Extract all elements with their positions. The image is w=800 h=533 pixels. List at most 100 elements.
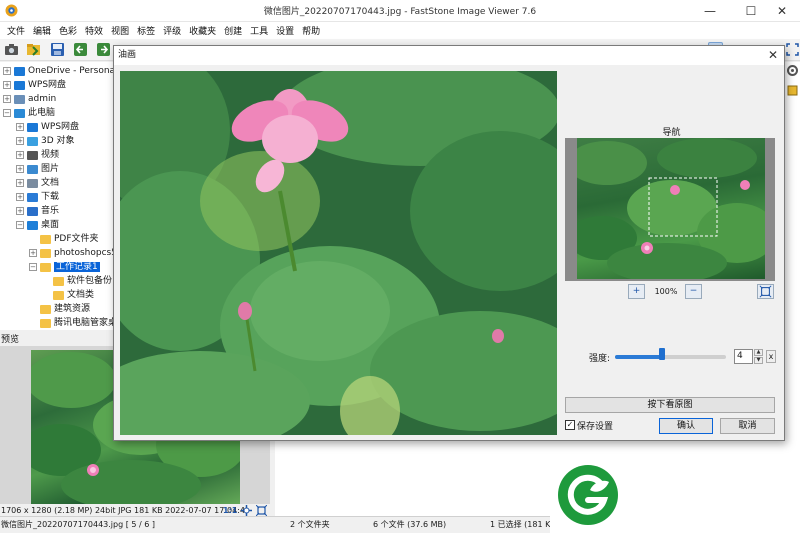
download-icon <box>27 192 38 202</box>
tree-expander[interactable]: − <box>16 221 24 229</box>
tree-item[interactable]: + 视频 <box>16 148 59 162</box>
tree-expander[interactable]: + <box>16 165 24 173</box>
menu-create[interactable]: 创建 <box>220 24 246 37</box>
tree-expander[interactable]: + <box>29 249 37 257</box>
tree-item[interactable]: +3D 对象 <box>16 134 75 148</box>
tree-item-label: 音乐 <box>41 206 60 216</box>
tree-item[interactable]: 软件包备份 <box>42 274 112 288</box>
preview-header: 预览 <box>0 334 114 346</box>
cloud-icon <box>14 80 25 90</box>
tree-expander[interactable]: − <box>3 109 11 117</box>
strength-input[interactable]: 4 <box>734 349 753 364</box>
tree-item[interactable]: − 桌面 <box>16 218 59 232</box>
strength-reset-button[interactable]: x <box>766 350 776 363</box>
tree-item[interactable]: 腾讯电脑管家桌 <box>29 316 113 330</box>
status-selection: 1 已选择 (181 KB <box>490 520 556 529</box>
tree-item[interactable]: PDF文件夹 <box>29 232 99 246</box>
tree-expander[interactable]: + <box>3 81 11 89</box>
cloud-icon <box>14 66 25 76</box>
tree-item[interactable]: + WPS网盘 <box>16 120 79 134</box>
status-folders: 2 个文件夹 <box>290 520 330 529</box>
tree-expander[interactable]: + <box>3 67 11 75</box>
open-folder-icon[interactable] <box>26 42 41 57</box>
forward-icon[interactable] <box>96 42 111 57</box>
zoom-level: 100% <box>654 287 678 296</box>
cube-icon <box>27 136 38 146</box>
tree-expander[interactable]: − <box>29 263 37 271</box>
tree-item-label: PDF文件夹 <box>54 234 99 244</box>
zoom-in-button[interactable]: + <box>628 284 645 299</box>
menu-file[interactable]: 文件 <box>3 24 29 37</box>
strength-spin-up[interactable]: ▲ <box>754 349 763 356</box>
tree-item[interactable]: + photoshopcs5 <box>29 246 114 260</box>
tree-item-label: WPS网盘 <box>41 122 80 132</box>
menu-colors[interactable]: 色彩 <box>55 24 81 37</box>
menu-help[interactable]: 帮助 <box>298 24 324 37</box>
save-icon[interactable] <box>50 42 65 57</box>
tree-item-label: photoshopcs5 <box>54 248 114 258</box>
zoom-out-button[interactable]: − <box>685 284 702 299</box>
settings-icon[interactable] <box>786 64 799 77</box>
tree-item[interactable]: + 音乐 <box>16 204 59 218</box>
tree-item[interactable]: + 下载 <box>16 190 59 204</box>
title-bar: 微信图片_20220707170443.jpg - FastStone Imag… <box>0 0 800 22</box>
minimize-button[interactable]: — <box>692 0 728 22</box>
menu-view[interactable]: 视图 <box>107 24 133 37</box>
tree-item[interactable]: + 图片 <box>16 162 59 176</box>
tree-item[interactable]: − 工作记录1 <box>29 260 100 274</box>
cancel-button[interactable]: 取消 <box>720 418 775 434</box>
menu-rating[interactable]: 评级 <box>159 24 185 37</box>
fullscreen-icon[interactable] <box>785 42 800 57</box>
camera-icon[interactable] <box>4 42 19 57</box>
tree-item-label: 工作记录1 <box>54 262 100 272</box>
tree-item-label: admin <box>28 94 57 104</box>
tree-item-label: 此电脑 <box>28 108 56 118</box>
tree-item[interactable]: − 此电脑 <box>3 106 55 120</box>
strength-spin-down[interactable]: ▼ <box>754 357 763 364</box>
logo-watermark <box>550 457 800 533</box>
tree-expander[interactable]: + <box>16 207 24 215</box>
menu-favorites[interactable]: 收藏夹 <box>185 24 220 37</box>
tree-item-label: 文档类 <box>67 290 95 300</box>
tree-expander[interactable]: + <box>16 151 24 159</box>
tree-item-label: 3D 对象 <box>41 136 75 146</box>
menu-tools[interactable]: 工具 <box>246 24 272 37</box>
tree-expander[interactable]: + <box>16 137 24 145</box>
tree-item[interactable]: + WPS网盘 <box>3 78 66 92</box>
dialog-title: 油画 <box>114 46 784 65</box>
hold-to-view-original-button[interactable]: 按下看原图 <box>565 397 775 413</box>
dialog-close-button[interactable]: ✕ <box>766 46 780 65</box>
oil-painting-dialog: 油画 ✕ 导航 + 100% − 强度: 4 ▲ ▼ x 按下看原图 ✓ 保存设… <box>113 45 785 441</box>
folder-tree: + OneDrive - Personal + WPS网盘 + admin − 此电脑 + WPS… <box>0 62 114 330</box>
list-view-icon[interactable] <box>786 84 799 97</box>
tree-expander[interactable]: + <box>16 193 24 201</box>
menu-effects[interactable]: 特效 <box>81 24 107 37</box>
zoom-fit-icon[interactable] <box>256 505 267 516</box>
effect-preview-image[interactable] <box>120 71 557 435</box>
save-settings-label[interactable]: 保存设置 <box>577 419 613 432</box>
tree-expander[interactable]: + <box>3 95 11 103</box>
menu-bar: 文件 编辑 色彩 特效 视图 标签 评级 收藏夹 创建 工具 设置 帮助 <box>0 22 800 39</box>
strength-slider-thumb[interactable] <box>659 348 665 360</box>
tree-item[interactable]: 建筑资源 <box>29 302 90 316</box>
menu-settings[interactable]: 设置 <box>272 24 298 37</box>
tree-item[interactable]: + OneDrive - Personal <box>3 64 113 78</box>
strength-slider-fill <box>615 355 662 359</box>
fit-to-window-icon[interactable] <box>757 284 774 299</box>
tree-item[interactable]: 文档类 <box>42 288 94 302</box>
tree-expander[interactable]: + <box>16 179 24 187</box>
tree-item[interactable]: + 文档 <box>16 176 59 190</box>
save-settings-checkbox[interactable]: ✓ <box>565 420 575 430</box>
tree-expander[interactable]: + <box>16 123 24 131</box>
folder-icon <box>40 234 51 244</box>
menu-tags[interactable]: 标签 <box>133 24 159 37</box>
back-icon[interactable] <box>73 42 88 57</box>
tree-item-label: 桌面 <box>41 220 60 230</box>
close-window-button[interactable]: ✕ <box>764 0 800 22</box>
fit-icon[interactable] <box>241 505 252 516</box>
menu-edit[interactable]: 编辑 <box>29 24 55 37</box>
tree-item[interactable]: + admin <box>3 92 56 106</box>
navigator-panel[interactable] <box>565 138 775 281</box>
folder-icon <box>53 290 64 300</box>
ok-button[interactable]: 确认 <box>659 418 713 434</box>
